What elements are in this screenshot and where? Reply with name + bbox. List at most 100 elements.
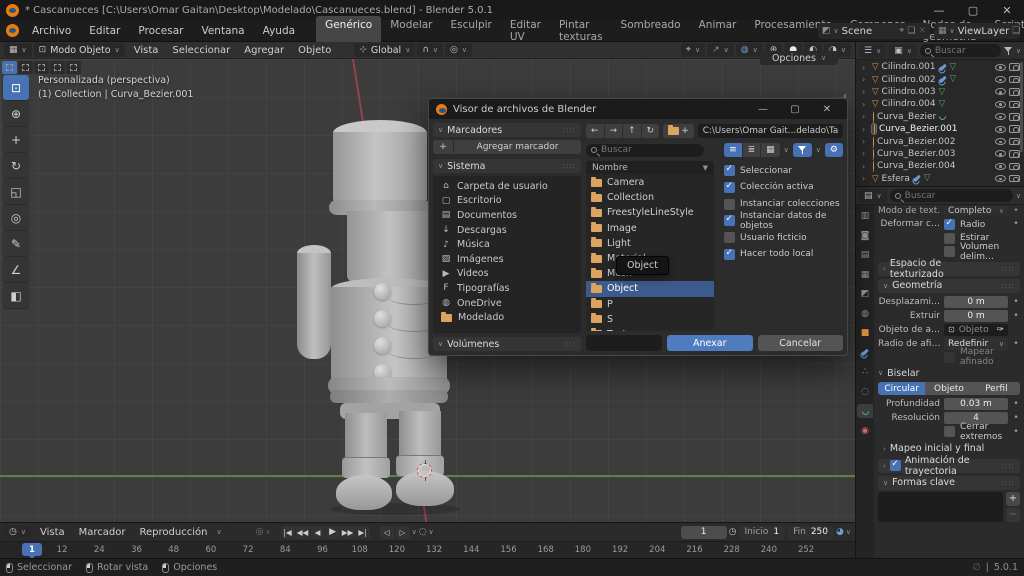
file-search-input[interactable]	[601, 145, 699, 155]
outliner-item-cilindro-001[interactable]: ›▽Cilindro.001▽	[856, 61, 1024, 73]
dialog-minimize-button[interactable]: —	[750, 104, 776, 115]
workspace-tab-editar-uv[interactable]: Editar UV	[501, 16, 550, 46]
system-item-im-genes[interactable]: ▨Imágenes	[433, 252, 581, 267]
visibility-eye-icon[interactable]	[995, 138, 1006, 145]
shape-keys-list[interactable]	[878, 492, 1003, 522]
offset-field[interactable]: 0 m	[944, 296, 1008, 308]
tool-scale[interactable]: ◱	[3, 179, 29, 204]
refresh-button[interactable]: ↻	[642, 124, 660, 138]
viewport-menu-objeto[interactable]: Objeto	[291, 43, 338, 58]
dialog-titlebar[interactable]: Visor de archivos de Blender — ▢ ✕	[429, 99, 847, 119]
checkbox[interactable]	[724, 232, 735, 243]
file-row-object[interactable]: Object	[586, 281, 714, 296]
system-item-carpeta-de-usuario[interactable]: ⌂Carpeta de usuario	[433, 179, 581, 194]
panel-grip-icon[interactable]: ::::	[1002, 462, 1015, 470]
visibility-eye-icon[interactable]	[995, 113, 1006, 120]
render-camera-icon[interactable]	[1009, 63, 1020, 71]
view-horizontal-list-button[interactable]: ≣	[743, 143, 761, 157]
animate-dot-icon[interactable]: •	[1012, 311, 1020, 321]
workspace-tab-pintar-texturas[interactable]: Pintar texturas	[550, 16, 612, 46]
outliner-item-curva-bezier[interactable]: ›Curva_Bezier	[856, 111, 1024, 123]
menu-procesar[interactable]: Procesar	[129, 22, 192, 40]
up-button[interactable]: ↑	[623, 124, 641, 138]
filter-icon[interactable]	[1004, 47, 1013, 55]
workspace-tab-sombreado[interactable]: Sombreado	[612, 16, 690, 46]
animate-dot-icon[interactable]: •	[1012, 206, 1020, 215]
visibility-eye-icon[interactable]	[995, 88, 1006, 95]
system-item-videos[interactable]: ▶Videos	[433, 267, 581, 282]
render-camera-icon[interactable]	[1009, 76, 1020, 84]
properties-search-input[interactable]	[905, 191, 1008, 201]
visibility-eye-icon[interactable]	[995, 76, 1006, 83]
outliner-search[interactable]	[920, 44, 1001, 57]
panel-grip-icon[interactable]: ::::	[563, 340, 576, 348]
current-frame-field[interactable]: 1	[681, 526, 727, 539]
outliner-item-cilindro-002[interactable]: ›▽Cilindro.002▽	[856, 73, 1024, 85]
append-button[interactable]: Anexar	[667, 335, 753, 351]
expand-icon[interactable]: ›	[862, 87, 869, 96]
properties-tab-object[interactable]: ■	[857, 326, 873, 340]
option-instanciar-colecciones[interactable]: Instanciar colecciones	[724, 197, 843, 211]
bevel-subpanel-header[interactable]: ∨ Biselar	[878, 366, 1020, 380]
animate-dot-icon[interactable]: •	[1012, 413, 1020, 423]
properties-tab-world[interactable]: ◍	[857, 307, 873, 321]
panel-path-animation[interactable]: › Animación de trayectoria ::::	[878, 459, 1020, 473]
bevel-tab-objeto[interactable]: Objeto	[925, 382, 972, 395]
outliner-item-curva-bezier-003[interactable]: ›Curva_Bezier.003	[856, 148, 1024, 160]
tool-rotate[interactable]: ↻	[3, 153, 29, 178]
step-forward-button[interactable]: ▷	[396, 526, 410, 539]
properties-tab-scene[interactable]: ◩	[857, 287, 873, 301]
file-row-p[interactable]: P	[586, 297, 714, 312]
render-camera-icon[interactable]	[1009, 101, 1020, 109]
menu-archivo[interactable]: Archivo	[23, 22, 80, 40]
checkbox[interactable]	[944, 233, 955, 244]
xray-dropdown[interactable]: ◍∨	[736, 43, 763, 57]
system-panel-header[interactable]: ∨ Sistema ::::	[433, 159, 581, 173]
workspace-tab-modelar[interactable]: Modelar	[381, 16, 441, 46]
bookmarks-panel-header[interactable]: ∨ Marcadores ::::	[433, 123, 581, 137]
properties-tab-modifiers[interactable]	[857, 346, 873, 360]
expand-icon[interactable]: ›	[862, 63, 869, 72]
prev-keyframe-button[interactable]: ◀◀	[296, 526, 310, 539]
menu-ventana[interactable]: Ventana	[192, 22, 253, 40]
render-camera-icon[interactable]	[1009, 163, 1020, 171]
outliner-item-cilindro-004[interactable]: ›▽Cilindro.004▽	[856, 98, 1024, 110]
properties-tab-physics[interactable]: ◌	[857, 385, 873, 399]
path-animation-checkbox[interactable]	[890, 460, 901, 471]
file-row-collection[interactable]: Collection	[586, 190, 714, 205]
visibility-eye-icon[interactable]	[995, 175, 1006, 182]
filename-input[interactable]	[586, 335, 662, 351]
outliner-item-esfera[interactable]: ›▽Esfera▽	[856, 173, 1024, 185]
panel-texture-space[interactable]: › Espacio de texturizado ::::	[878, 262, 1020, 276]
settings-button[interactable]: ⚙	[825, 143, 843, 157]
file-row-light[interactable]: Light	[586, 236, 714, 251]
next-keyframe-button[interactable]: ▶▶	[341, 526, 355, 539]
jump-end-button[interactable]: ▶|	[356, 526, 370, 539]
checkbox[interactable]	[724, 215, 735, 226]
properties-tab-particles[interactable]: ∴	[857, 365, 873, 379]
current-frame-marker[interactable]: 1	[22, 543, 42, 556]
timeline-menu-vista[interactable]: Vista	[33, 525, 72, 540]
viewport-menu-agregar[interactable]: Agregar	[237, 43, 291, 58]
option-seleccionar[interactable]: Seleccionar	[724, 164, 843, 178]
option-hacer-todo-local[interactable]: Hacer todo local	[724, 247, 843, 261]
unlink-icon[interactable]: ✕	[918, 26, 926, 36]
chevron-down-icon[interactable]: ∨	[429, 528, 434, 536]
menu-editar[interactable]: Editar	[80, 22, 129, 40]
chevron-down-icon[interactable]: ∨	[1016, 47, 1021, 55]
blender-menu-icon[interactable]	[6, 24, 19, 37]
visibility-eye-icon[interactable]	[995, 64, 1006, 71]
stopwatch-icon[interactable]: ◷	[729, 527, 737, 537]
tool-annotate[interactable]: ✎	[3, 231, 29, 256]
checkbox[interactable]	[724, 249, 735, 260]
panel-grip-icon[interactable]: ::::	[1002, 479, 1015, 487]
viewport-menu-seleccionar[interactable]: Seleccionar	[165, 43, 237, 58]
preview-range-icon[interactable]: ◕	[836, 527, 844, 537]
system-item-modelado[interactable]: Modelado	[433, 310, 581, 325]
view-vertical-list-button[interactable]: ≡	[724, 143, 742, 157]
menu-ayuda[interactable]: Ayuda	[254, 22, 304, 40]
chevron-down-icon[interactable]: ∨	[412, 528, 417, 536]
checkbox[interactable]	[724, 182, 735, 193]
pin-icon[interactable]: ⌖	[899, 26, 904, 36]
panel-geometry[interactable]: ∨ Geometría ::::	[878, 279, 1020, 293]
